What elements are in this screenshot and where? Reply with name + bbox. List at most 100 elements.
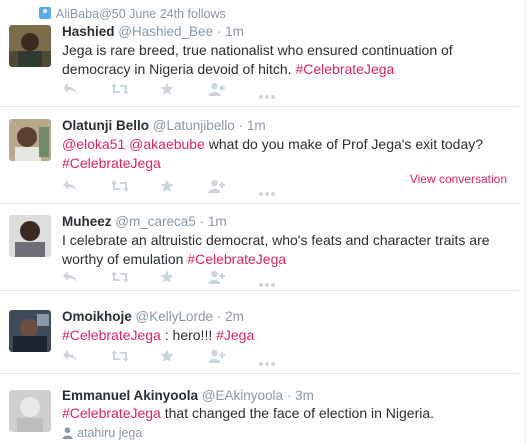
tweet-timeline: AliBaba@50 June 24th follows Hashied @Ha… [0, 0, 526, 444]
author-name[interactable]: Emmanuel Akinyoola [62, 388, 198, 403]
tweet-time[interactable]: 1m [225, 24, 244, 39]
tweet[interactable]: AliBaba@50 June 24th follows Hashied @Ha… [0, 0, 519, 107]
tweet[interactable]: Emmanuel Akinyoola @EAkinyoola · 3m #Cel… [0, 375, 519, 444]
text-segment: what do you make of Prof Jega's exit tod… [204, 136, 484, 152]
tweet-time[interactable]: 3m [295, 388, 314, 403]
hashtag-link[interactable]: #CelebrateJega [187, 251, 286, 267]
reply-button[interactable] [62, 270, 82, 286]
context-tag[interactable]: atahiru jega [62, 426, 142, 440]
hashtag-link[interactable]: #CelebrateJega [62, 327, 161, 343]
separator-dot: · [216, 309, 222, 324]
avatar[interactable] [9, 390, 51, 432]
context-label[interactable]: AliBaba@50 June 24th follows [56, 7, 226, 21]
author-username[interactable]: @Latunjibello [153, 118, 235, 133]
favorite-icon [160, 270, 174, 288]
follow-icon [208, 270, 226, 288]
hashtag-link[interactable]: #Jega [216, 327, 254, 343]
person-icon [62, 427, 73, 439]
tweet-header: Hashied @Hashied_Bee · 1m [62, 24, 244, 39]
tweet-time[interactable]: 2m [225, 309, 244, 324]
avatar[interactable] [9, 25, 51, 67]
more-icon [258, 87, 276, 104]
user-follow-icon [39, 7, 51, 19]
follow-icon [208, 179, 226, 197]
mention-link[interactable]: @eloka51 [62, 136, 125, 152]
tweet-text: Jega is rare breed, true nationalist who… [62, 41, 514, 79]
retweet-button[interactable] [110, 270, 130, 286]
view-conversation-link[interactable]: View conversation [410, 172, 507, 186]
follow-button[interactable] [208, 270, 228, 286]
tweet-actions [62, 82, 322, 100]
retweet-icon [110, 83, 130, 100]
avatar[interactable] [9, 119, 51, 161]
hashtag-link[interactable]: #CelebrateJega [62, 155, 161, 171]
tweet-text: @eloka51 @akaebube what do you make of P… [62, 135, 514, 173]
more-icon [258, 354, 276, 371]
tweet-text: I celebrate an altruistic democrat, who'… [62, 231, 514, 269]
mention-link[interactable]: @akaebube [129, 136, 205, 152]
reply-icon [62, 83, 78, 100]
favorite-icon [160, 179, 174, 197]
author-name[interactable]: Muheez [62, 214, 112, 229]
favorite-button[interactable] [160, 179, 180, 195]
more-button[interactable] [258, 87, 278, 103]
author-name[interactable]: Omoikhoje [62, 309, 132, 324]
avatar[interactable] [9, 310, 51, 352]
tweet[interactable]: Muheez @m_careca5 · 1m I celebrate an al… [0, 205, 519, 291]
separator-dot: · [238, 118, 244, 133]
author-name[interactable]: Hashied [62, 24, 115, 39]
tweet-header: Muheez @m_careca5 · 1m [62, 214, 227, 229]
author-username[interactable]: @KellyLorde [136, 309, 214, 324]
more-button[interactable] [258, 184, 278, 200]
author-username[interactable]: @m_careca5 [115, 214, 196, 229]
reply-button[interactable] [62, 349, 82, 365]
more-button[interactable] [258, 354, 278, 370]
follow-icon [208, 349, 226, 367]
retweet-button[interactable] [110, 179, 130, 195]
tweet-header: Omoikhoje @KellyLorde · 2m [62, 309, 244, 324]
tweet-text: #CelebrateJega : hero!!! #Jega [62, 326, 514, 345]
reply-icon [62, 350, 78, 367]
separator-dot: · [216, 24, 222, 39]
favorite-icon [160, 82, 174, 100]
avatar[interactable] [9, 215, 51, 257]
reply-button[interactable] [62, 82, 82, 98]
reply-icon [62, 271, 78, 288]
author-username[interactable]: @EAkinyoola [202, 388, 283, 403]
more-icon [258, 275, 276, 292]
tweet-time[interactable]: 1m [208, 214, 227, 229]
retweet-icon [110, 271, 130, 288]
tweet[interactable]: Omoikhoje @KellyLorde · 2m #CelebrateJeg… [0, 292, 519, 374]
author-username[interactable]: @Hashied_Bee [118, 24, 213, 39]
reply-icon [62, 180, 78, 197]
favorite-button[interactable] [160, 270, 180, 286]
text-segment: : hero!!! [160, 327, 217, 343]
text-segment: that changed the face of election in Nig… [160, 405, 435, 421]
author-name[interactable]: Olatunji Bello [62, 118, 149, 133]
tweet-actions [62, 270, 322, 288]
reply-button[interactable] [62, 179, 82, 195]
hashtag-link[interactable]: #CelebrateJega [62, 405, 161, 421]
retweet-button[interactable] [110, 349, 130, 365]
follow-icon [208, 82, 226, 100]
tweet[interactable]: Olatunji Bello @Latunjibello · 1m @eloka… [0, 108, 519, 204]
retweet-button[interactable] [110, 82, 130, 98]
follow-button[interactable] [208, 179, 228, 195]
more-button[interactable] [258, 275, 278, 291]
favorite-button[interactable] [160, 82, 180, 98]
hashtag-link[interactable]: #CelebrateJega [295, 61, 394, 77]
favorite-button[interactable] [160, 349, 180, 365]
separator-dot: · [199, 214, 205, 229]
tweet-actions [62, 349, 322, 367]
tweet-header: Olatunji Bello @Latunjibello · 1m [62, 118, 266, 133]
follow-button[interactable] [208, 349, 228, 365]
retweet-icon [110, 350, 130, 367]
follow-button[interactable] [208, 82, 228, 98]
separator-dot: · [286, 388, 292, 403]
more-icon [258, 184, 276, 201]
context-line: AliBaba@50 June 24th follows [39, 7, 226, 21]
retweet-icon [110, 180, 130, 197]
tweet-time[interactable]: 1m [247, 118, 266, 133]
context-tag-label: atahiru jega [77, 426, 143, 440]
tweet-text: #CelebrateJega that changed the face of … [62, 404, 514, 423]
